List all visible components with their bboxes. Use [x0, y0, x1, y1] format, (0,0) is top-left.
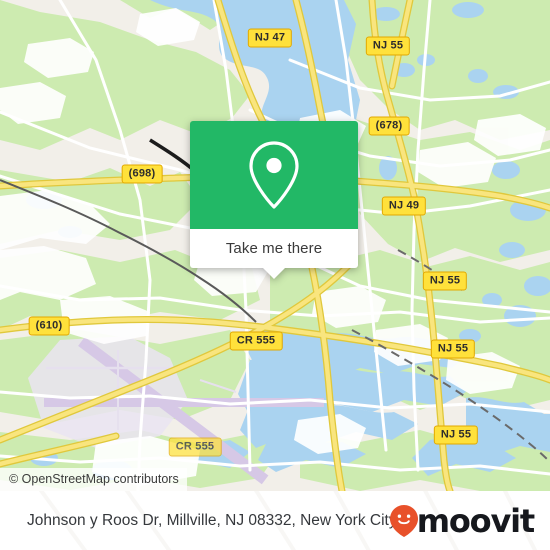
map-canvas[interactable]: NJ 47 NJ 55 (678) (698) NJ 49 NJ 55 (610…: [0, 0, 550, 491]
road-shield[interactable]: (678): [368, 116, 410, 136]
map-screen: NJ 47 NJ 55 (678) (698) NJ 49 NJ 55 (610…: [0, 0, 550, 550]
moovit-wordmark: moovit: [416, 501, 535, 540]
popup-pointer-tail: [263, 268, 285, 279]
road-shield[interactable]: NJ 55: [422, 271, 468, 291]
popup-header: [190, 121, 358, 229]
road-shield[interactable]: (610): [28, 316, 70, 336]
road-shield[interactable]: NJ 55: [430, 339, 476, 359]
address-label: Johnson y Roos Dr, Millville, NJ 08332, …: [27, 511, 397, 529]
take-me-there-label: Take me there: [225, 239, 323, 257]
road-shield[interactable]: NJ 49: [381, 196, 427, 216]
road-shield[interactable]: NJ 47: [247, 28, 293, 48]
road-shield[interactable]: NJ 55: [365, 36, 411, 56]
road-shield[interactable]: NJ 55: [433, 425, 479, 445]
moovit-smiley-pin-icon: [389, 504, 418, 537]
road-shield[interactable]: (698): [121, 164, 163, 184]
road-shield[interactable]: CR 555: [168, 437, 222, 457]
road-shield[interactable]: CR 555: [229, 331, 283, 351]
moovit-logo[interactable]: moovit: [389, 491, 535, 550]
footer-bar: Johnson y Roos Dr, Millville, NJ 08332, …: [0, 491, 550, 550]
popup-footer[interactable]: Take me there: [190, 229, 358, 268]
map-pin-icon: [249, 141, 299, 209]
map-attribution[interactable]: © OpenStreetMap contributors: [0, 468, 187, 491]
location-popup-card[interactable]: Take me there: [190, 121, 358, 279]
